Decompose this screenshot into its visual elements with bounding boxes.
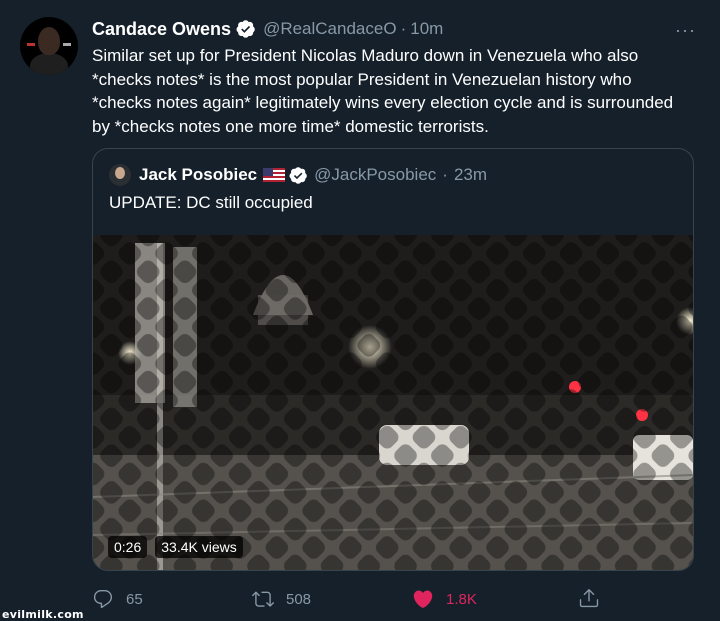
heart-icon (413, 590, 433, 608)
quoted-tweet-text: UPDATE: DC still occupied (109, 193, 313, 212)
video-player[interactable]: 0:26 33.4K views (93, 235, 693, 570)
retweet-icon (252, 591, 274, 607)
avatar-tag-left (27, 43, 35, 46)
reply-icon (93, 590, 113, 609)
reply-count: 65 (126, 590, 143, 608)
reply-button[interactable]: 65 (92, 588, 252, 610)
tweet-time[interactable]: 10m (410, 19, 443, 39)
author-name[interactable]: Candace Owens (92, 19, 231, 40)
author-handle[interactable]: @RealCandaceO (263, 19, 397, 39)
watermark: evilmilk.com (2, 608, 84, 621)
author-avatar[interactable] (20, 17, 78, 75)
quoted-author-avatar[interactable] (109, 164, 131, 186)
tweet[interactable]: Candace Owens @RealCandaceO · 10m ··· Si… (0, 0, 720, 621)
tweet-header: Candace Owens @RealCandaceO · 10m (92, 17, 443, 41)
quoted-author-handle[interactable]: @JackPosobiec (314, 165, 436, 185)
retweet-count: 508 (286, 590, 312, 608)
avatar-tag-right (63, 43, 71, 46)
separator-dot: · (400, 19, 407, 38)
quoted-tweet-time[interactable]: 23m (454, 165, 487, 185)
verified-icon (236, 20, 255, 38)
avatar-head (38, 27, 60, 55)
share-icon[interactable] (578, 587, 600, 609)
quoted-tweet[interactable]: Jack Posobiec @JackPosobiec · 23m UPDATE… (92, 148, 694, 571)
like-count: 1.8K (446, 590, 477, 608)
video-views: 33.4K views (155, 536, 243, 558)
like-button[interactable]: 1.8K (412, 588, 572, 610)
separator-dot: · (442, 165, 448, 184)
quoted-author-name[interactable]: Jack Posobiec (139, 165, 257, 185)
retweet-button[interactable]: 508 (252, 588, 412, 610)
video-frame (93, 235, 693, 570)
more-options-icon[interactable]: ··· (675, 20, 696, 41)
us-flag-icon (263, 168, 286, 182)
tweet-text: Similar set up for President Nicolas Mad… (92, 46, 674, 136)
action-bar: 65 508 1.8K (92, 585, 612, 613)
video-badges: 0:26 33.4K views (108, 535, 243, 559)
avatar-shoulders (30, 53, 68, 75)
video-duration: 0:26 (108, 536, 148, 558)
verified-icon (289, 166, 307, 184)
quoted-tweet-header: Jack Posobiec @JackPosobiec · 23m (109, 163, 487, 187)
